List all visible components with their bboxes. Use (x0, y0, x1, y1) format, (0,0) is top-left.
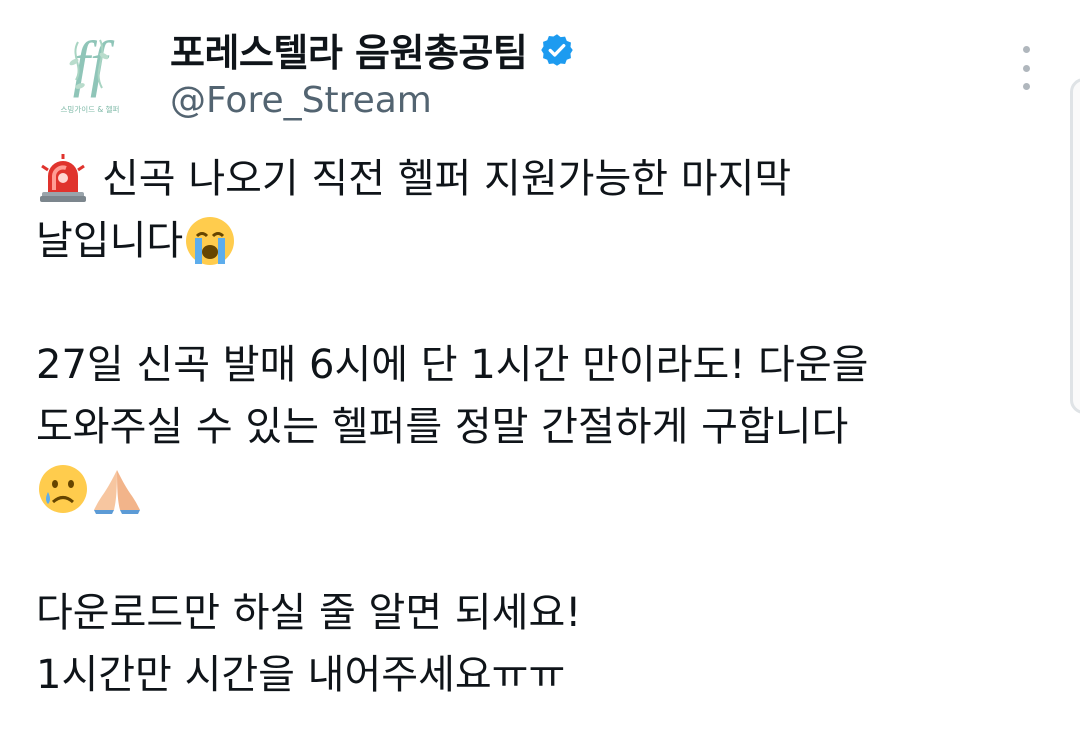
account-handle[interactable]: @Fore_Stream (170, 80, 432, 121)
avatar[interactable]: ff 스밍가이드 & 헬퍼 (36, 18, 144, 126)
tweet-line-text: 신곡 나오기 직전 헬퍼 지원가능한 마지막 (102, 156, 792, 202)
folded-hands-emoji (90, 462, 144, 516)
tweet-line: 도와주실 수 있는 헬퍼를 정말 간절하게 구합니다 (36, 396, 1036, 458)
tweet-line: 다운로드만 하실 줄 알면 되세요! (36, 582, 1036, 644)
tweet-line-text: 날입니다 (36, 218, 184, 264)
tweet-text: 신곡 나오기 직전 헬퍼 지원가능한 마지막 날입니다 27일 신곡 발매 6시… (36, 148, 1036, 706)
verified-badge-icon (539, 32, 575, 68)
more-vertical-icon[interactable] (1012, 46, 1040, 90)
loudly-crying-face-emoji (183, 214, 237, 268)
tweet-line-text: 27일 신곡 발매 6시에 단 1시간 만이라도! 다운을 (36, 342, 869, 388)
tweet-line-text: 다운로드만 하실 줄 알면 되세요! (36, 590, 582, 636)
edge-panel-handle[interactable] (1070, 78, 1080, 414)
tweet-line: 1시간만 시간을 내어주세요ㅠㅠ (36, 644, 1036, 706)
tweet-line-text: 1시간만 시간을 내어주세요ㅠㅠ (36, 652, 566, 698)
tweet-line-text: 도와주실 수 있는 헬퍼를 정말 간절하게 구합니다 (36, 404, 849, 450)
sad-tear-face-emoji (36, 462, 90, 516)
svg-text:스밍가이드 & 헬퍼: 스밍가이드 & 헬퍼 (61, 104, 120, 114)
police-siren-emoji (36, 152, 90, 206)
forestella-logo: ff 스밍가이드 & 헬퍼 (61, 30, 120, 114)
tweet-line (36, 458, 1036, 520)
display-name-text[interactable]: 포레스텔라 음원총공팀 (170, 22, 528, 77)
display-name[interactable]: 포레스텔라 음원총공팀 (170, 22, 575, 77)
tweet-line: 날입니다 (36, 210, 1036, 272)
tweet-line: 신곡 나오기 직전 헬퍼 지원가능한 마지막 (36, 148, 1036, 210)
tweet-line: 27일 신곡 발매 6시에 단 1시간 만이라도! 다운을 (36, 334, 1036, 396)
tweet-view: ff 스밍가이드 & 헬퍼 포레스텔라 음원총공팀 @Fore_Stream 신… (0, 0, 1080, 749)
